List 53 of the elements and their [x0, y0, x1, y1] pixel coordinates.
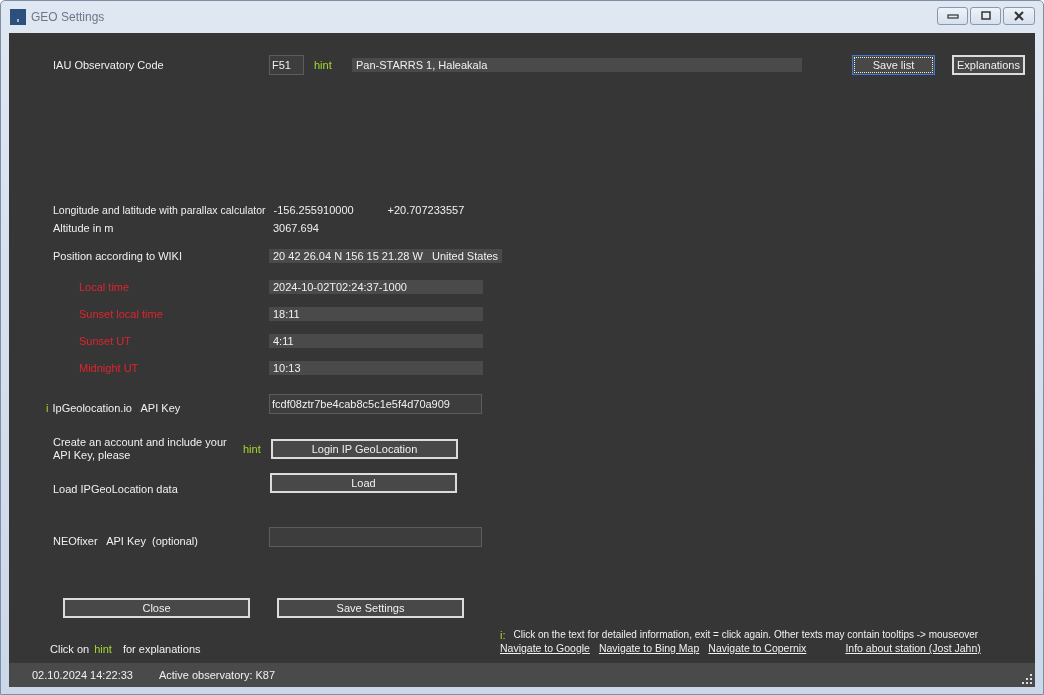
navigation-link[interactable]: Navigate to Bing Map: [598, 642, 700, 654]
altitude-value: 3067.694: [273, 222, 319, 234]
close-button[interactable]: [1003, 7, 1035, 25]
hint-text: Click on: [50, 643, 90, 655]
time-label: Midnight UT: [78, 362, 140, 374]
time-value: 10:13: [269, 361, 483, 375]
close-icon: [1013, 11, 1025, 21]
time-label: Sunset local time: [78, 308, 164, 320]
app-icon: [10, 9, 26, 25]
info-marker[interactable]: i: [46, 402, 49, 414]
save-settings-button[interactable]: Save Settings: [277, 597, 464, 618]
window-title: GEO Settings: [31, 10, 105, 24]
api-key-input[interactable]: fcdf08ztr7be4cab8c5c1e5f4d70a909: [269, 394, 482, 414]
time-label: Local time: [78, 281, 131, 293]
hint-link[interactable]: hint: [243, 443, 270, 455]
info-text: Click on the text for detailed information, exit = click again. Other texts may contain tooltips -> mouseover: [513, 629, 979, 641]
navigation-link[interactable]: Navigate to Copernix: [708, 642, 807, 654]
explanations-button[interactable]: Explanations: [952, 55, 1025, 75]
close-dialog-button[interactable]: Close: [63, 597, 250, 618]
field-label: IAU Observatory Code: [53, 59, 165, 71]
hint-link[interactable]: hint: [94, 643, 112, 655]
field-label: Create an account and include your API Key, please: [53, 436, 228, 462]
hint-link[interactable]: hint: [314, 59, 352, 71]
time-value: 2024-10-02T02:24:37-1000: [269, 280, 483, 294]
field-label: Position according to WIKI: [53, 250, 183, 262]
hint-text: for explanations: [122, 643, 201, 655]
maximize-icon: [979, 11, 992, 21]
info-marker: i:: [500, 629, 506, 641]
field-label: Longitude and latitude with parallax calculator: [53, 204, 266, 216]
observatory-name: Pan-STARRS 1, Haleakala: [352, 58, 802, 72]
time-label: Sunset UT: [78, 335, 132, 347]
status-datetime: 02.10.2024 14:22:33: [32, 669, 133, 681]
position-value: 20 42 26.04 N 156 15 21.28 W United States: [269, 249, 503, 263]
field-label: Altitude in m: [53, 222, 115, 234]
latitude-value: +20.707233557: [387, 204, 465, 216]
resize-grip-icon: [1021, 673, 1033, 685]
load-button[interactable]: Load: [270, 473, 457, 493]
time-value: 4:11: [269, 334, 483, 348]
login-button[interactable]: Login IP GeoLocation: [271, 439, 458, 459]
minimize-button[interactable]: [937, 7, 968, 25]
longitude-value: -156.255910000: [273, 204, 355, 216]
code-input[interactable]: F51: [269, 55, 304, 75]
time-value: 18:11: [269, 307, 483, 321]
navigation-link[interactable]: Navigate to Google: [500, 642, 590, 654]
navigation-link[interactable]: Info about station (Jost Jahn): [845, 642, 981, 654]
minimize-icon: [946, 12, 959, 20]
save-list-button[interactable]: Save list: [852, 55, 935, 75]
field-label: NEOfixer API Key (optional): [53, 534, 199, 547]
status-observatory: Active observatory: K87: [158, 669, 276, 681]
maximize-button[interactable]: [970, 7, 1001, 25]
field-label: Load IPGeoLocation data: [53, 482, 179, 495]
api-key-input[interactable]: [269, 527, 482, 547]
field-label: IpGeolocation.io API Key: [52, 402, 181, 414]
